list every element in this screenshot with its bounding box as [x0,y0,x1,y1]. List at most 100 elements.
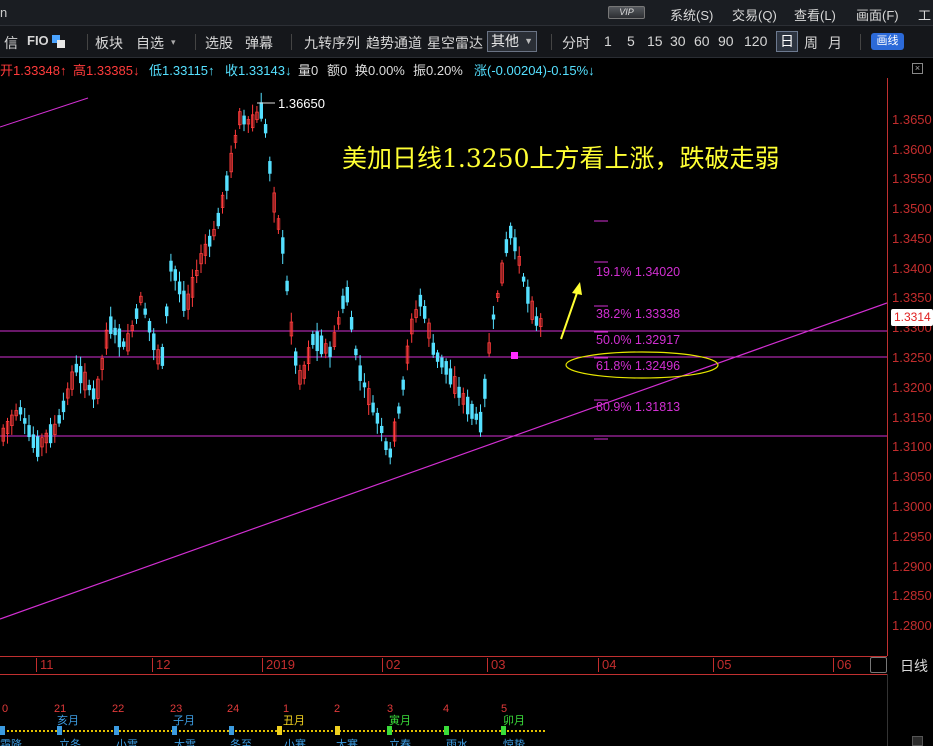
candle-body [362,382,367,388]
trend-line[interactable] [0,302,887,620]
period-month[interactable]: 月 [828,33,842,53]
period-120min[interactable]: 120 [744,33,767,49]
candle-body [397,406,401,414]
solar-term: 小雪 [116,739,138,746]
candle-body [521,276,526,282]
candle-body [379,425,384,434]
menu-screen[interactable]: 画面(F) [856,5,899,24]
x-tick-nov: 11 [36,657,54,672]
term-marker [0,726,5,735]
separator [551,34,552,50]
y-tick-label: 1.3250 [892,350,932,366]
candle-body [371,402,375,413]
vip-badge[interactable]: VIP [608,6,645,19]
channel-line-upper[interactable] [0,97,89,128]
candle-body [225,175,229,191]
fio-label[interactable]: FIO [27,33,49,48]
candle-body [177,281,182,295]
fib-level-80.9: 80.9% 1.31813 [596,400,680,414]
lunar-month: 丑月 [283,715,305,727]
candle-body [182,290,186,311]
toolbar-nine-turn[interactable]: 九转序列 [304,33,360,53]
window-title: n [0,5,8,20]
lunar-day: 24 [227,703,240,715]
y-tick-label: 1.3450 [892,230,932,246]
x-tick-dec: 12 [151,657,171,672]
y-tick-label: 1.3350 [892,290,932,306]
candle-body [418,294,423,307]
candle-body [74,363,79,373]
close-icon[interactable]: × [912,63,923,74]
lunar-month: 卯月 [503,715,525,727]
x-tick-feb: 02 [381,657,401,672]
period-1min[interactable]: 1 [604,33,612,49]
period-intraday[interactable]: 分时 [562,33,590,53]
lunar-side-panel [887,674,933,746]
candle-body [483,378,487,399]
lunar-day: 0 [2,703,9,715]
watchlist-caret-icon[interactable]: ▾ [171,37,176,48]
candle-body [341,295,345,309]
candle-body [36,436,40,457]
x-tick-2019: 2019 [262,657,295,672]
up-arrow[interactable] [560,289,579,340]
toolbar: 信 FIO 板块 自选 ▾ 选股 弹幕 九转序列 趋势通道 星空雷达 其他 ▼ … [0,26,933,58]
period-toggle[interactable] [870,657,887,673]
solar-term: 小寒 [284,739,306,746]
candle-body [328,346,332,358]
candle-body [268,161,272,174]
candle-body [169,260,173,272]
candle-body [143,308,147,315]
toolbar-star-radar[interactable]: 星空雷达 [427,33,483,53]
period-5min[interactable]: 5 [627,33,635,49]
candle-body [470,403,474,419]
menu-system[interactable]: 系统(S) [670,5,713,24]
menu-trade[interactable]: 交易(Q) [732,5,777,24]
candle-body [457,386,461,398]
solar-term: 雨水 [446,739,468,746]
candle-body [431,342,435,355]
candle-body [513,237,517,252]
window-stack-icon[interactable] [52,35,65,48]
toolbar-trend-channel[interactable]: 趋势通道 [366,33,422,53]
annotation-text: 美加日线1.3250上方看上涨，跌破走弱 [342,144,779,173]
other-dropdown[interactable]: 其他 ▼ [487,31,537,52]
menu-view[interactable]: 查看(L) [794,5,836,24]
y-tick-label: 1.3200 [892,379,932,395]
lunar-day: 22 [112,703,125,715]
menu-bar: n VIP 系统(S) 交易(Q) 查看(L) 画面(F) 工 [0,0,933,26]
separator [195,34,196,50]
solar-term: 霜降 [0,739,22,746]
y-tick-label: 1.3000 [892,499,932,515]
solar-term: 立冬 [59,739,81,746]
separator [87,34,88,50]
toolbar-watchlist[interactable]: 自选 [136,33,164,53]
period-week[interactable]: 周 [804,33,818,53]
fib-level-19.1: 19.1% 1.34020 [596,265,680,279]
candle-body [23,418,27,424]
candle-body [31,434,36,448]
scroll-handle[interactable] [912,736,923,746]
candle-body [388,448,392,458]
menu-tools[interactable]: 工 [918,5,931,24]
candle-body [281,237,285,254]
period-90min[interactable]: 90 [718,33,734,49]
separator [860,34,861,50]
toolbar-sector[interactable]: 板块 [95,33,123,53]
price-chart[interactable]: 1.36650 美加日线1.3250上方看上涨，跌破走弱 19.1% 1.340… [0,78,887,656]
quote-change: 涨(-0.00204)-0.15%↓ [474,63,595,78]
draw-line-button[interactable]: 画线 [871,33,904,50]
candle-body [422,306,427,319]
period-15min[interactable]: 15 [647,33,663,49]
candle-body [440,357,444,368]
toolbar-danmaku[interactable]: 弹幕 [245,33,273,53]
period-30min[interactable]: 30 [670,33,686,49]
period-day[interactable]: 日 [776,31,798,52]
toolbar-fragment[interactable]: 信 [4,33,18,53]
solar-term: 立春 [389,739,411,746]
period-60min[interactable]: 60 [694,33,710,49]
y-tick-label: 1.3150 [892,409,932,425]
quote-amplitude: 振0.20% [413,63,463,78]
toolbar-stock-picker[interactable]: 选股 [205,33,233,53]
candle-body [504,239,509,254]
